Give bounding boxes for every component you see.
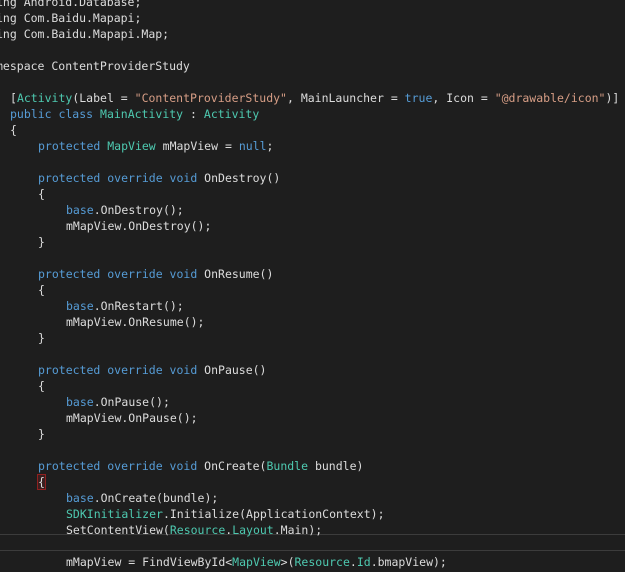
code-token: base [66, 299, 94, 313]
code-token: [ [10, 91, 17, 105]
code-line[interactable]: base.OnRestart(); [66, 298, 184, 314]
code-token: { [38, 379, 45, 393]
code-token: OnDestroy() [204, 171, 281, 185]
code-line[interactable]: ing Com.Baidu.Mapapi; [0, 10, 141, 26]
code-token: OnResume() [204, 267, 274, 281]
code-token: OnCreate( [204, 459, 267, 473]
code-token: Layout [232, 523, 274, 537]
code-line[interactable]: } [38, 330, 45, 346]
code-token: , Icon = [432, 91, 495, 105]
code-token: } [38, 427, 45, 441]
code-token: null [238, 139, 267, 153]
code-token: protected override void [38, 363, 205, 377]
code-line[interactable]: protected override void OnResume() [38, 266, 273, 282]
code-line[interactable]: SDKInitializer.Initialize(ApplicationCon… [66, 506, 385, 522]
code-token: mMapView.OnDestroy(); [66, 219, 212, 233]
code-line[interactable]: ing Android.Database; [0, 0, 141, 10]
code-line[interactable]: mMapView.OnDestroy(); [66, 218, 211, 234]
code-token: >( [280, 555, 295, 569]
code-line[interactable]: mespace ContentProviderStudy [0, 58, 190, 74]
code-token: SetContentView( [66, 523, 170, 537]
code-line[interactable]: protected MapView mMapView = null; [38, 138, 273, 154]
code-token: (Label = [72, 91, 135, 105]
code-line[interactable]: mMapView.OnPause(); [66, 410, 198, 426]
code-token: mespace ContentProviderStudy [0, 59, 190, 73]
code-token: protected override void [38, 459, 205, 473]
code-token: .OnDestroy(); [93, 203, 184, 217]
code-line[interactable]: } [38, 426, 45, 442]
code-line[interactable]: { [38, 186, 45, 202]
code-token: MainActivity [100, 107, 184, 121]
code-token: protected override void [38, 171, 205, 185]
code-token: mMapView.OnPause(); [66, 411, 198, 425]
code-token: ing Com.Baidu.Mapapi; [0, 11, 142, 25]
code-token: MapView [232, 555, 281, 569]
code-token: MapView [107, 139, 156, 153]
code-line[interactable]: base.OnDestroy(); [66, 202, 184, 218]
brace-match-highlight: { [37, 474, 46, 490]
code-token: mMapView.OnResume(); [66, 315, 205, 329]
code-line[interactable]: protected override void OnCreate(Bundle … [38, 458, 363, 474]
code-line[interactable]: mMapView.OnResume(); [66, 314, 204, 330]
code-token: ing Com.Baidu.Mapapi.Map; [0, 27, 170, 41]
code-token: )] [605, 91, 620, 105]
code-line[interactable]: } [38, 234, 45, 250]
code-token: { [38, 187, 45, 201]
code-token: . [349, 555, 357, 569]
code-line[interactable]: protected override void OnPause() [38, 362, 266, 378]
code-line[interactable]: { [10, 122, 17, 138]
code-token: , MainLauncher = [286, 91, 405, 105]
code-line[interactable]: SetContentView(Resource.Layout.Main); [66, 522, 322, 538]
code-token: mMapView = [155, 139, 239, 153]
code-line[interactable]: { [38, 282, 45, 298]
code-token: .Main); [273, 523, 323, 537]
code-token: "ContentProviderStudy" [134, 91, 287, 105]
code-token: mMapView = FindViewById< [66, 555, 233, 569]
code-token: .OnCreate(bundle); [93, 491, 219, 505]
code-token: base [66, 491, 94, 505]
code-token: protected [38, 139, 108, 153]
code-token: true [404, 91, 433, 105]
code-line[interactable]: protected override void OnDestroy() [38, 170, 280, 186]
code-token: ; [266, 139, 274, 153]
code-token: bundle) [308, 459, 364, 473]
code-line[interactable]: public class MainActivity : Activity [10, 106, 259, 122]
code-line[interactable]: base.OnPause(); [66, 394, 170, 410]
code-editor[interactable]: ing Android.Database; ing Com.Baidu.Mapap… [0, 0, 625, 572]
code-token: protected override void [38, 267, 205, 281]
code-line[interactable]: mMapView = FindViewById<MapView>(Resourc… [66, 554, 447, 570]
code-token: base [66, 203, 94, 217]
code-token: Resource [169, 523, 226, 537]
code-token: "@drawable/icon" [494, 91, 606, 105]
code-line[interactable]: { [37, 474, 46, 490]
code-token: ing Android.Database; [0, 0, 142, 9]
code-line[interactable]: ing Com.Baidu.Mapapi.Map; [0, 26, 169, 42]
code-line[interactable]: [Activity(Label = "ContentProviderStudy"… [10, 90, 619, 106]
code-token: Bundle [266, 459, 309, 473]
code-token: public class [10, 107, 101, 121]
code-token: .OnRestart(); [93, 299, 184, 313]
code-token: Activity [16, 91, 73, 105]
code-token: .OnPause(); [93, 395, 170, 409]
code-token: base [66, 395, 94, 409]
code-token: } [38, 331, 45, 345]
code-token: .Initialize(ApplicationContext); [162, 507, 385, 521]
code-line[interactable]: { [38, 378, 45, 394]
code-token: { [38, 283, 45, 297]
code-token: .bmapView); [370, 555, 447, 569]
code-token: OnPause() [204, 363, 267, 377]
code-token: Id [356, 555, 371, 569]
code-token: Resource [294, 555, 350, 569]
code-token: : [183, 107, 204, 121]
code-token: SDKInitializer [66, 507, 163, 521]
code-token: { [10, 123, 17, 137]
code-token: Activity [203, 107, 260, 121]
code-line[interactable]: base.OnCreate(bundle); [66, 490, 218, 506]
code-token: } [38, 235, 45, 249]
